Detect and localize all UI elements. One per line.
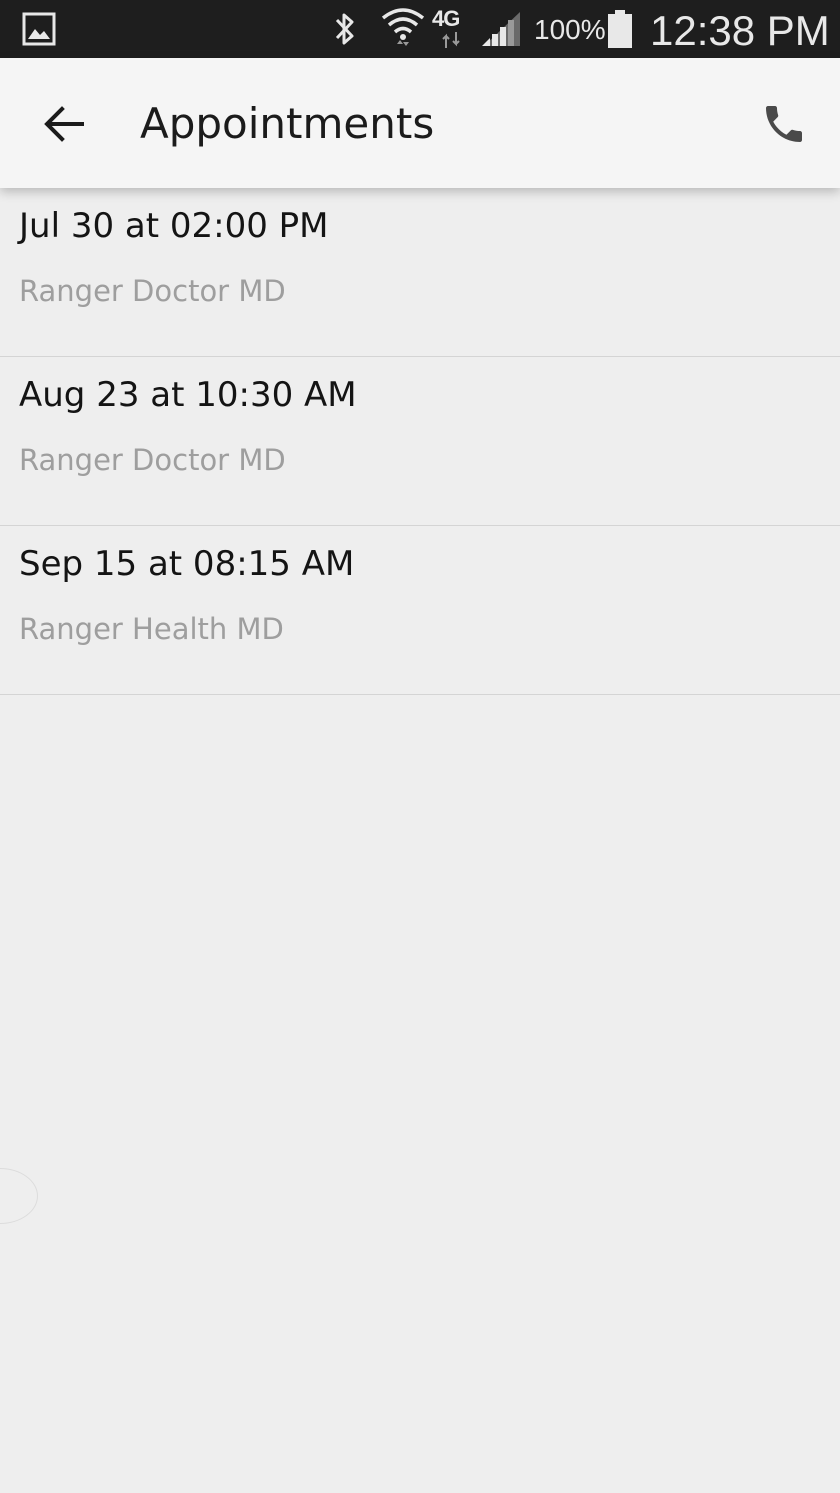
appointment-provider: Ranger Health MD: [19, 612, 284, 646]
arrow-back-icon: [44, 106, 84, 142]
status-time: 12:38 PM: [650, 7, 830, 54]
page-title: Appointments: [140, 99, 435, 148]
signal-icon: [482, 12, 520, 46]
appointment-item[interactable]: Jul 30 at 02:00 PM Ranger Doctor MD: [0, 188, 840, 357]
bluetooth-icon: [335, 13, 354, 45]
data-activity-icon: [442, 32, 460, 48]
appointment-date: Aug 23 at 10:30 AM: [19, 375, 357, 415]
network-type-label: 4G: [432, 6, 460, 31]
appointment-provider: Ranger Doctor MD: [19, 274, 286, 308]
battery-percent: 100%: [534, 14, 606, 45]
gallery-notification-icon: [22, 12, 56, 46]
appointment-date: Sep 15 at 08:15 AM: [19, 544, 355, 584]
edge-swipe-handle[interactable]: [0, 1168, 38, 1224]
appointment-item[interactable]: Sep 15 at 08:15 AM Ranger Health MD: [0, 526, 840, 695]
battery-icon: [608, 10, 632, 48]
appointment-item[interactable]: Aug 23 at 10:30 AM Ranger Doctor MD: [0, 357, 840, 526]
appointment-provider: Ranger Doctor MD: [19, 443, 286, 477]
wifi-icon: [381, 8, 425, 46]
appointment-date: Jul 30 at 02:00 PM: [19, 206, 329, 246]
appointment-list: Jul 30 at 02:00 PM Ranger Doctor MD Aug …: [0, 188, 840, 695]
app-bar: Appointments: [0, 58, 840, 188]
status-bar: 4G 100% 12:38 PM: [0, 0, 840, 58]
phone-icon: [766, 106, 802, 142]
back-button[interactable]: [28, 88, 100, 160]
call-button[interactable]: [748, 88, 820, 160]
